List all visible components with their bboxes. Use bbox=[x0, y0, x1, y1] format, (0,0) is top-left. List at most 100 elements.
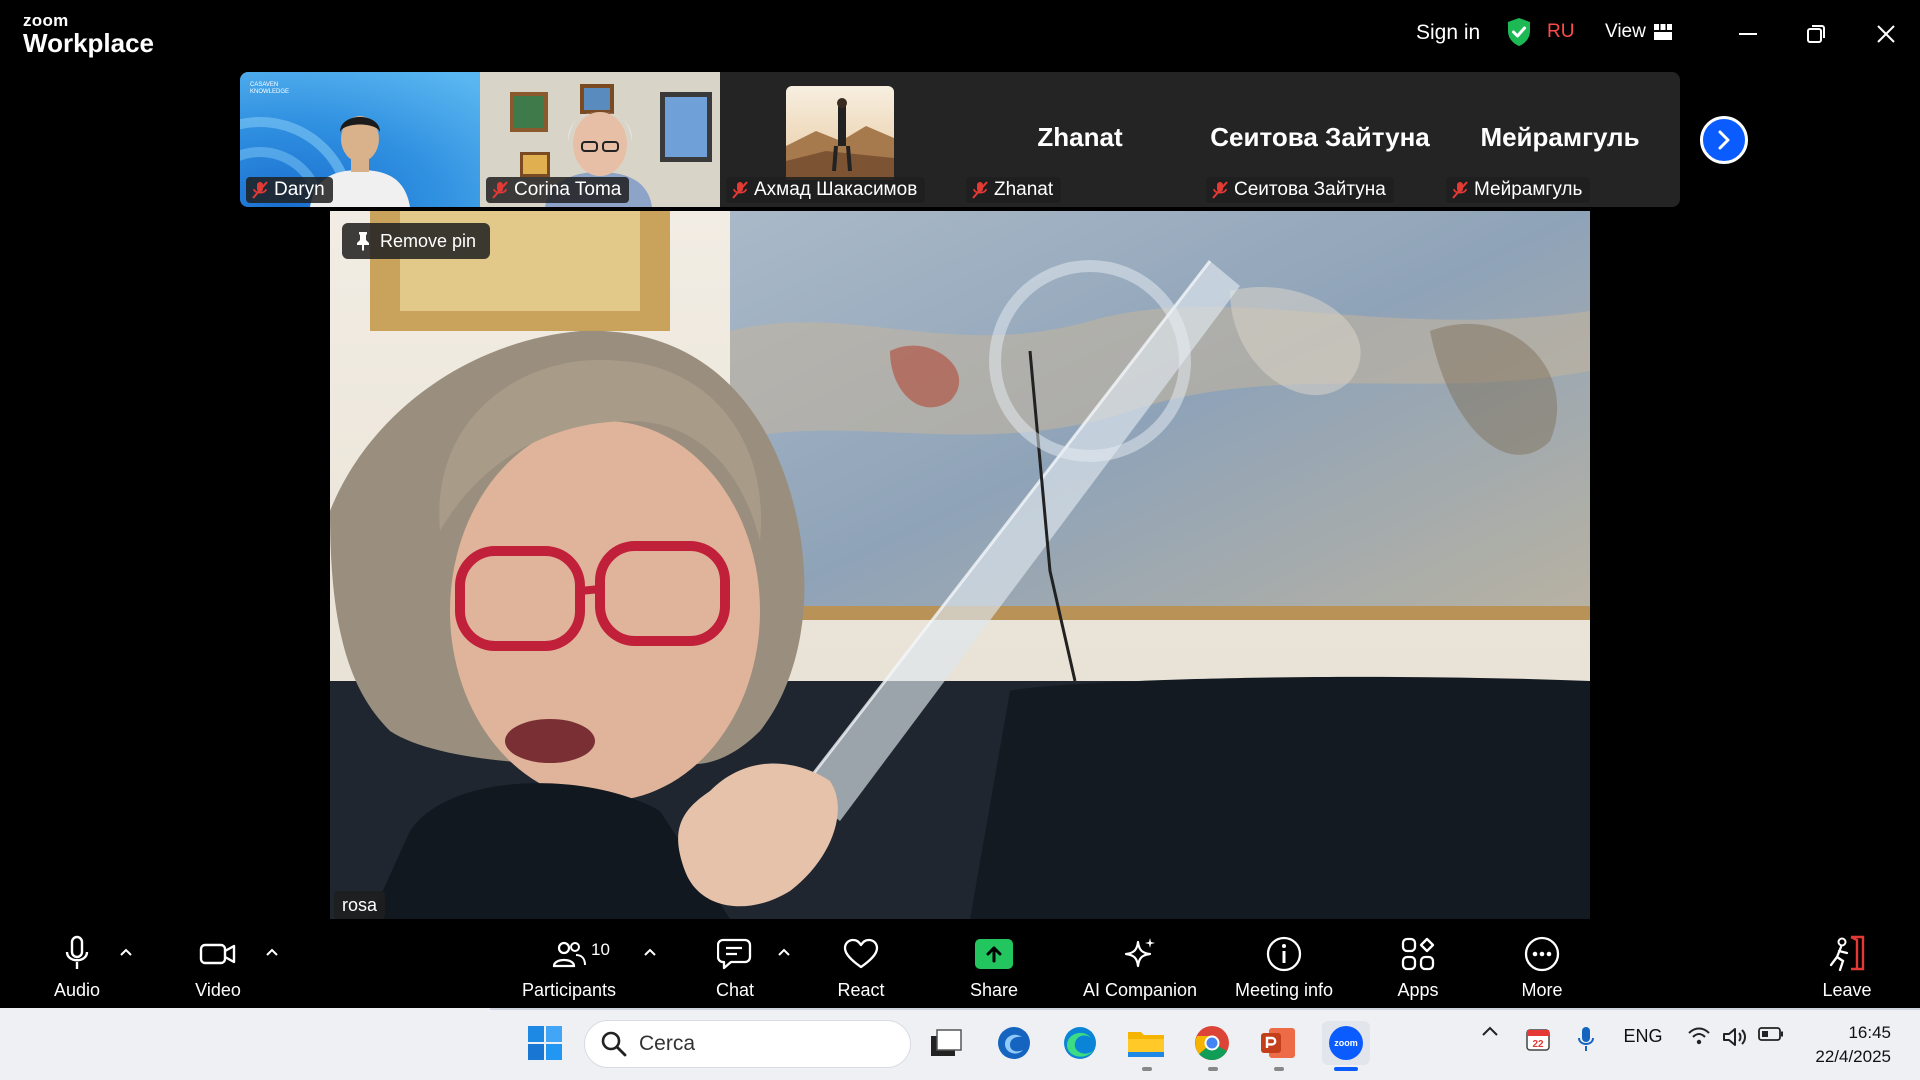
battery-tray-icon[interactable] bbox=[1756, 1026, 1786, 1042]
chat-button[interactable]: Chat bbox=[710, 920, 760, 1008]
muted-mic-icon bbox=[1212, 181, 1228, 199]
microphone-tray-icon[interactable] bbox=[1572, 1026, 1600, 1052]
participant-tile-zhanat[interactable]: Zhanat Zhanat bbox=[960, 72, 1200, 207]
participant-name-chip: Мейрамгуль bbox=[1446, 177, 1591, 203]
windows-start-button[interactable] bbox=[523, 1021, 567, 1065]
video-camera-icon bbox=[199, 943, 236, 965]
share-arrow-icon bbox=[986, 946, 1002, 963]
video-button[interactable]: Video bbox=[188, 920, 248, 1008]
calendar-tray-icon[interactable]: 22 bbox=[1522, 1026, 1554, 1052]
pin-icon bbox=[357, 232, 369, 251]
restore-icon bbox=[1807, 25, 1825, 43]
minimize-window-button[interactable] bbox=[1730, 16, 1766, 52]
more-label: More bbox=[1521, 980, 1563, 1000]
zoom-taskbar-button[interactable]: zoom bbox=[1322, 1021, 1370, 1065]
powerpoint-button[interactable] bbox=[1256, 1021, 1300, 1065]
chrome-icon bbox=[1195, 1026, 1229, 1061]
chevron-up-icon bbox=[1482, 1026, 1498, 1036]
taskbar-divider bbox=[490, 1008, 1920, 1010]
remove-pin-button[interactable]: Remove pin bbox=[342, 223, 491, 259]
video-label: Video bbox=[195, 980, 241, 1000]
video-options-caret[interactable] bbox=[262, 942, 282, 962]
network-tray-icon[interactable] bbox=[1684, 1026, 1714, 1046]
taskbar-search-box[interactable]: Cerca bbox=[584, 1020, 911, 1068]
participant-tile-daryn[interactable]: CASAVEN KNOWLEDGE Daryn bbox=[240, 72, 480, 207]
muted-mic-icon bbox=[252, 181, 268, 199]
remove-pin-label: Remove pin bbox=[380, 230, 477, 251]
encryption-shield-icon[interactable] bbox=[1506, 17, 1532, 47]
participants-options-caret[interactable] bbox=[640, 942, 660, 962]
chevron-up-icon bbox=[644, 948, 656, 956]
apps-button[interactable]: Apps bbox=[1394, 920, 1442, 1008]
participants-label: Participants bbox=[521, 980, 617, 1000]
participant-filmstrip: CASAVEN KNOWLEDGE Daryn Corina Toma Ахма… bbox=[240, 72, 1680, 207]
participant-tile-corina-toma[interactable]: Corina Toma bbox=[480, 72, 720, 207]
participant-name: Zhanat bbox=[994, 179, 1054, 200]
zoom-workplace-logo: zoom Workplace bbox=[23, 12, 154, 56]
file-explorer-button[interactable] bbox=[1124, 1021, 1168, 1065]
more-button[interactable]: More bbox=[1518, 920, 1566, 1008]
audio-label: Audio bbox=[53, 980, 101, 1000]
region-label[interactable]: RU bbox=[1547, 21, 1574, 43]
participants-icon bbox=[552, 941, 586, 968]
next-page-button[interactable] bbox=[1700, 116, 1748, 164]
participant-display-name: Мейрамгуль bbox=[1480, 122, 1640, 152]
calendar-icon: 22 bbox=[1526, 1029, 1550, 1051]
zoom-app-icon: zoom bbox=[1329, 1026, 1363, 1060]
chevron-up-icon bbox=[778, 948, 790, 956]
audio-button[interactable]: Audio bbox=[44, 920, 110, 1008]
chat-options-caret[interactable] bbox=[774, 942, 794, 962]
muted-mic-icon bbox=[732, 181, 748, 199]
meeting-controls-toolbar: Audio Video 10 Participants Chat React S… bbox=[0, 920, 1920, 1008]
participant-name: Сеитова Зайтуна bbox=[1234, 179, 1386, 200]
input-language-indicator[interactable]: ENG bbox=[1620, 1026, 1666, 1047]
leave-label: Leave bbox=[1822, 980, 1872, 1000]
edge-browser-button[interactable] bbox=[1058, 1021, 1102, 1065]
logo-line-1: zoom bbox=[23, 11, 69, 30]
participant-name: Мейрамгуль bbox=[1474, 179, 1583, 200]
participants-count: 10 bbox=[591, 940, 610, 959]
leave-meeting-button[interactable]: Leave bbox=[1822, 920, 1872, 1008]
react-label: React bbox=[837, 980, 885, 1000]
sign-in-button[interactable]: Sign in bbox=[1416, 21, 1480, 45]
heart-icon bbox=[843, 938, 879, 969]
grid-view-icon bbox=[1653, 24, 1672, 40]
chrome-browser-button[interactable] bbox=[1190, 1021, 1234, 1065]
participant-name-chip: Daryn bbox=[246, 177, 333, 203]
restore-window-button[interactable] bbox=[1798, 16, 1834, 52]
leave-door-icon bbox=[1829, 935, 1865, 972]
ai-companion-button[interactable]: AI Companion bbox=[1080, 920, 1200, 1008]
clock-date: 22/4/2025 bbox=[1815, 1047, 1891, 1066]
language-label: ENG bbox=[1623, 1026, 1663, 1046]
participant-tile-meiramgul[interactable]: Мейрамгуль Мейрамгуль bbox=[1440, 72, 1680, 207]
share-label: Share bbox=[969, 980, 1019, 1000]
copilot-taskbar-button[interactable] bbox=[992, 1021, 1036, 1065]
svg-text:CASAVEN: CASAVEN bbox=[250, 82, 278, 88]
participants-button[interactable]: 10 Participants bbox=[518, 920, 620, 1008]
search-placeholder: Cerca bbox=[639, 1032, 696, 1055]
participant-tile-seitova-zaituna[interactable]: Сеитова Зайтуна Сеитова Зайтуна bbox=[1200, 72, 1440, 207]
system-clock[interactable]: 16:45 22/4/2025 bbox=[1805, 1021, 1891, 1069]
audio-options-caret[interactable] bbox=[116, 942, 136, 962]
task-view-button[interactable] bbox=[924, 1021, 968, 1065]
copilot-icon bbox=[998, 1027, 1030, 1059]
microphone-icon bbox=[65, 935, 89, 969]
apps-icon bbox=[1401, 937, 1435, 971]
show-hidden-icons-button[interactable] bbox=[1478, 1026, 1502, 1036]
minimize-icon bbox=[1739, 33, 1757, 35]
participant-avatar bbox=[786, 86, 894, 180]
close-window-button[interactable] bbox=[1868, 16, 1904, 52]
view-button[interactable]: View bbox=[1605, 21, 1672, 43]
pinned-video[interactable]: Remove pin rosa bbox=[330, 211, 1590, 919]
volume-tray-icon[interactable] bbox=[1720, 1026, 1750, 1048]
chevron-right-icon bbox=[1718, 130, 1730, 150]
share-screen-button[interactable]: Share bbox=[969, 920, 1019, 1008]
muted-mic-icon bbox=[492, 181, 508, 199]
powerpoint-running-indicator bbox=[1274, 1067, 1284, 1071]
explorer-running-indicator bbox=[1142, 1067, 1152, 1071]
meeting-info-button[interactable]: Meeting info bbox=[1228, 920, 1340, 1008]
participant-name: Ахмад Шакасимов bbox=[754, 179, 918, 200]
participant-tile-akhmad[interactable]: Ахмад Шакасимов bbox=[720, 72, 960, 207]
react-button[interactable]: React bbox=[836, 920, 886, 1008]
powerpoint-icon bbox=[1261, 1028, 1295, 1058]
